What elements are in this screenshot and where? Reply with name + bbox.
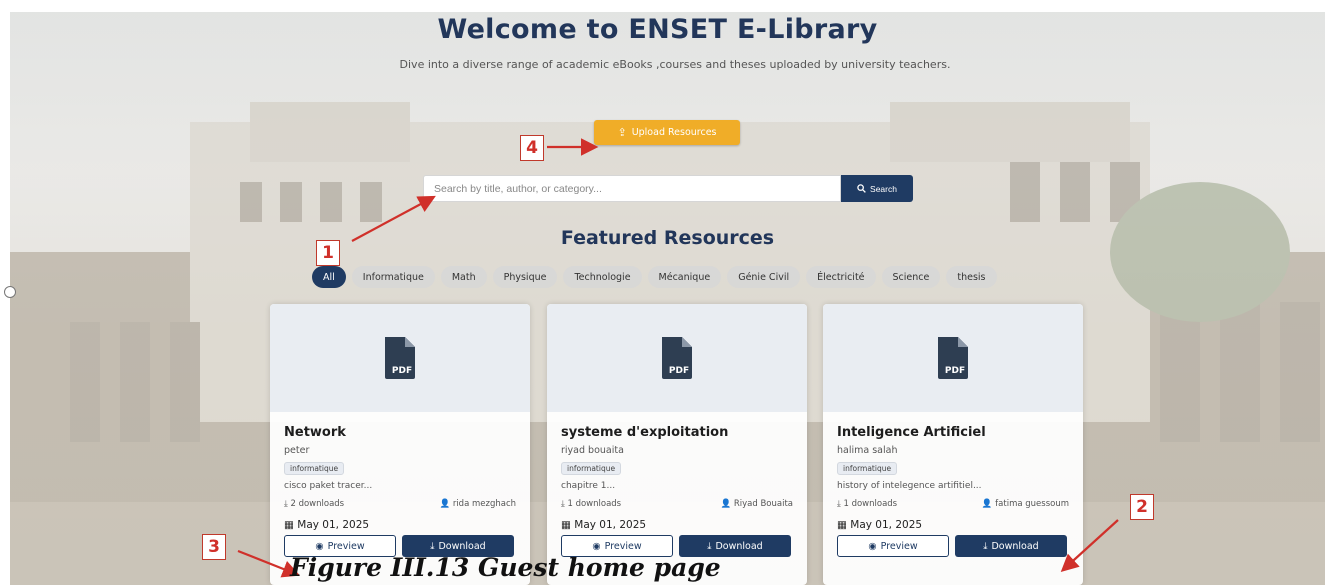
user-icon: 👤	[439, 499, 451, 509]
preview-label: Preview	[604, 540, 642, 552]
svg-text:PDF: PDF	[392, 366, 412, 376]
resource-date: ▦ May 01, 2025	[837, 519, 1069, 531]
eye-icon: ◉	[315, 540, 324, 552]
resource-title[interactable]: Inteligence Artificiel	[837, 425, 1069, 440]
calendar-icon: ▦	[561, 519, 571, 531]
callout-1: 1	[316, 240, 340, 266]
download-icon: ⤓	[707, 540, 712, 552]
eye-icon: ◉	[592, 540, 601, 552]
download-button[interactable]: ⤓ Download	[955, 535, 1067, 557]
resource-description: history of intelegence artifitiel...	[837, 481, 982, 491]
download-label: Download	[715, 540, 763, 552]
resource-category-badge: informatique	[837, 462, 898, 475]
page-title: Welcome to ENSET E-Library	[437, 14, 878, 45]
download-count: ⤓ 1 downloads	[837, 499, 897, 509]
category-chip-all[interactable]: All	[312, 266, 346, 288]
download-count-text: 1 downloads	[567, 499, 622, 509]
resource-author: halima salah	[837, 445, 898, 456]
category-chip-informatique[interactable]: Informatique	[351, 266, 435, 288]
preview-label: Preview	[327, 540, 365, 552]
figure-caption: Figure III.13 Guest home page	[290, 553, 721, 582]
resource-date-text: May 01, 2025	[297, 519, 370, 531]
search-button-label: Search	[870, 183, 897, 194]
preview-button[interactable]: ◉ Preview	[837, 535, 949, 557]
resource-thumbnail: PDF	[547, 304, 807, 412]
resource-card: PDF Inteligence Artificiel halima salah …	[823, 304, 1083, 585]
featured-resources-title: Featured Resources	[560, 227, 775, 249]
resource-title[interactable]: Network	[284, 425, 516, 440]
eye-icon: ◉	[868, 540, 877, 552]
download-count-text: 2 downloads	[290, 499, 345, 509]
category-chip-math[interactable]: Math	[440, 266, 487, 288]
uploader-name: rida mezghach	[452, 499, 516, 509]
callout-4: 4	[520, 135, 544, 161]
download-count-icon: ⤓	[284, 499, 288, 509]
uploader-name: fatima guessoum	[995, 499, 1069, 509]
resource-category-badge: informatique	[284, 462, 345, 475]
search-placeholder: Search by title, author, or category...	[434, 182, 602, 195]
category-chip-mecanique[interactable]: Mécanique	[647, 266, 722, 288]
uploader: 👤 rida mezghach	[440, 499, 516, 509]
pdf-file-icon: PDF	[385, 337, 415, 379]
resource-author: riyad bouaita	[561, 445, 624, 456]
callout-3: 3	[202, 534, 226, 560]
resource-card: PDF Network peter informatique cisco pak…	[270, 304, 530, 585]
category-chip-science[interactable]: Science	[881, 266, 941, 288]
preview-label: Preview	[880, 540, 918, 552]
svg-text:PDF: PDF	[669, 366, 689, 376]
pdf-file-icon: PDF	[938, 337, 968, 379]
user-icon: 👤	[720, 499, 732, 509]
uploader-name: Riyad Bouaita	[733, 499, 793, 509]
calendar-icon: ▦	[284, 519, 294, 531]
category-chip-genie-civil[interactable]: Génie Civil	[727, 266, 801, 288]
resource-date-text: May 01, 2025	[574, 519, 647, 531]
category-chip-thesis[interactable]: thesis	[946, 266, 997, 288]
resource-date: ▦ May 01, 2025	[561, 519, 793, 531]
resource-thumbnail: PDF	[823, 304, 1083, 412]
category-filter-bar: All Informatique Math Physique Technolog…	[312, 266, 997, 288]
category-chip-physique[interactable]: Physique	[492, 266, 558, 288]
download-count: ⤓ 1 downloads	[561, 499, 621, 509]
resource-thumbnail: PDF	[270, 304, 530, 412]
download-label: Download	[991, 540, 1039, 552]
resource-author: peter	[284, 445, 310, 456]
resource-description: cisco paket tracer...	[284, 481, 373, 491]
page-subtitle: Dive into a diverse range of academic eB…	[399, 58, 951, 71]
download-label: Download	[438, 540, 486, 552]
download-count-icon: ⤓	[837, 499, 841, 509]
pdf-file-icon: PDF	[662, 337, 692, 379]
download-count-icon: ⤓	[561, 499, 565, 509]
download-icon: ⤓	[430, 540, 435, 552]
uploader: 👤 fatima guessoum	[982, 499, 1069, 509]
search-button[interactable]: Search	[841, 175, 913, 202]
upload-icon: ⇪	[617, 126, 627, 139]
resource-date-text: May 01, 2025	[850, 519, 923, 531]
svg-text:PDF: PDF	[945, 366, 965, 376]
upload-resources-label: Upload Resources	[631, 127, 717, 138]
category-chip-electricite[interactable]: Électricité	[806, 266, 876, 288]
uploader: 👤 Riyad Bouaita	[721, 499, 793, 509]
user-icon: 👤	[981, 499, 993, 509]
resource-date: ▦ May 01, 2025	[284, 519, 516, 531]
download-count: ⤓ 2 downloads	[284, 499, 344, 509]
upload-resources-button[interactable]: ⇪ Upload Resources	[594, 120, 740, 145]
search-input[interactable]: Search by title, author, or category...	[423, 175, 841, 202]
download-count-text: 1 downloads	[843, 499, 898, 509]
scroll-handle[interactable]	[4, 286, 16, 298]
download-icon: ⤓	[983, 540, 988, 552]
callout-2: 2	[1130, 494, 1154, 520]
resource-card: PDF systeme d'exploitation riyad bouaita…	[547, 304, 807, 585]
calendar-icon: ▦	[837, 519, 847, 531]
resource-description: chapitre 1...	[561, 481, 616, 491]
search-icon	[857, 184, 866, 193]
resource-category-badge: informatique	[561, 462, 622, 475]
resource-title[interactable]: systeme d'exploitation	[561, 425, 793, 440]
category-chip-technologie[interactable]: Technologie	[563, 266, 642, 288]
